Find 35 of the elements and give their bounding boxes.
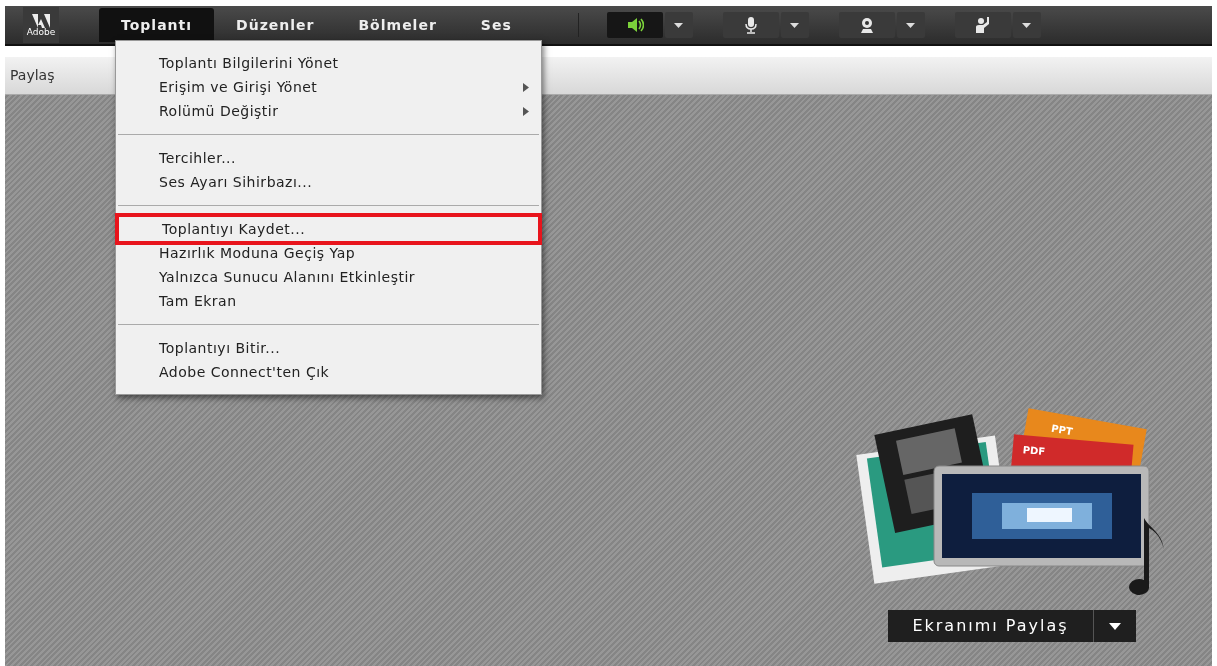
options-dropdown-button[interactable] bbox=[896, 12, 925, 38]
submenu-arrow-icon bbox=[523, 106, 529, 116]
raised-hand-icon bbox=[973, 16, 992, 34]
menu-item[interactable]: Adobe Connect'ten Çık bbox=[116, 360, 541, 384]
camera-button[interactable] bbox=[838, 12, 895, 38]
caret-icon bbox=[790, 22, 800, 28]
caret-icon bbox=[1022, 22, 1032, 28]
menu-bar-item[interactable]: Toplantı bbox=[99, 8, 215, 42]
submenu-arrow-icon bbox=[523, 82, 529, 92]
options-dropdown-button[interactable] bbox=[664, 12, 693, 38]
menu-item[interactable]: Ses Ayarı Sihirbazı... bbox=[116, 170, 541, 194]
menu-item[interactable]: Yalnızca Sunucu Alanını Etkinleştir bbox=[116, 265, 541, 289]
share-content-drawing: PPT PDF bbox=[852, 408, 1172, 598]
microphone-button[interactable] bbox=[722, 12, 779, 38]
options-dropdown-button[interactable] bbox=[1012, 12, 1041, 38]
menu-item[interactable]: Toplantıyı Bitir... bbox=[116, 336, 541, 360]
menu-item[interactable]: Hazırlık Moduna Geçiş Yap bbox=[116, 241, 541, 265]
share-screen-button[interactable]: Ekranımı Paylaş bbox=[888, 610, 1094, 642]
caret-icon bbox=[674, 22, 684, 28]
menu-item[interactable]: Erişim ve Girişi Yönet bbox=[116, 75, 541, 99]
menu-item[interactable]: Tercihler... bbox=[116, 146, 541, 170]
menu-bar-item[interactable]: Bölmeler bbox=[336, 8, 459, 42]
speaker-icon bbox=[625, 16, 644, 34]
menu-bar-item[interactable]: Düzenler bbox=[214, 8, 337, 42]
menu-bar-item[interactable]: Ses bbox=[458, 8, 534, 42]
options-dropdown-button[interactable] bbox=[780, 12, 809, 38]
menu-item[interactable]: Rolümü Değiştir bbox=[116, 99, 541, 123]
menu-item[interactable]: Toplantı Bilgilerini Yönet bbox=[116, 51, 541, 75]
caret-icon bbox=[1108, 622, 1121, 630]
logo-text: Adobe bbox=[26, 27, 56, 37]
speaker-button[interactable] bbox=[606, 12, 663, 38]
pod-title: Paylaş bbox=[10, 66, 55, 85]
raise-hand-button[interactable] bbox=[954, 12, 1011, 38]
menu-item[interactable]: Tam Ekran bbox=[116, 289, 541, 313]
caret-icon bbox=[906, 22, 916, 28]
